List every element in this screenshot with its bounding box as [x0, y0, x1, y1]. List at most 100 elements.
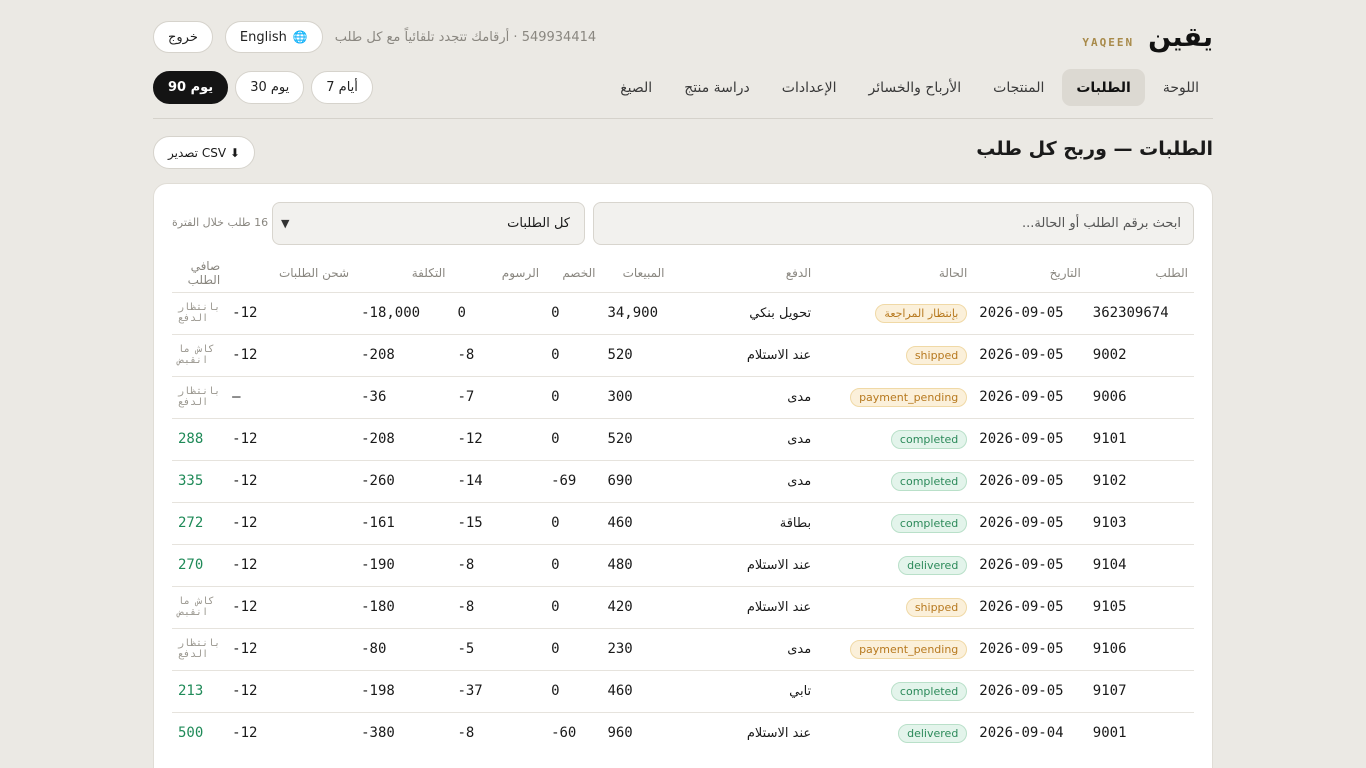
discount-value: 0 [545, 417, 602, 460]
cost-value: -36 [355, 375, 452, 418]
table-row[interactable]: 9006 2026-09-05 payment_pending مدى 300 0 -7 -3… [172, 375, 1194, 418]
nav-product-study[interactable]: دراسة منتج [670, 69, 764, 106]
order-id: 9106 [1086, 627, 1194, 670]
status-cell: completed [817, 669, 974, 712]
export-csv-button[interactable]: تصدير CSV ⬇ [153, 136, 255, 169]
order-id: 9105 [1086, 585, 1194, 628]
payment-method: مدى [670, 375, 818, 418]
fees-value: -7 [451, 375, 546, 418]
net-value: 288 [172, 417, 227, 460]
table-row[interactable]: 9106 2026-09-05 payment_pending مدى 230 0 -5 -8… [172, 627, 1194, 670]
nav-settings[interactable]: الإعدادات [768, 69, 851, 106]
fees-value: -12 [451, 417, 546, 460]
status-badge: payment_pending [850, 639, 968, 659]
fees-value: -8 [451, 711, 546, 754]
globe-icon: 🌐 [292, 30, 308, 44]
range-30-days[interactable]: 30 يوم [235, 71, 305, 104]
table-row[interactable]: 9102 2026-09-05 completed مدى 690 -69 -14 -260-… [172, 459, 1194, 502]
status-cell: payment_pending [817, 627, 974, 670]
sales-value: 480 [601, 543, 671, 586]
order-id: 9001 [1086, 711, 1194, 754]
app: يقين YAQEEN خروج English 🌐 549934414 · أ… [153, 0, 1213, 768]
shipping-value: — [226, 375, 356, 418]
order-date: 2026-09-05 [973, 417, 1087, 460]
col-discount[interactable]: الخصم [545, 254, 601, 292]
chevron-down-icon: ▼ [281, 217, 290, 230]
fees-value: -8 [451, 333, 546, 376]
shipping-value: -12 [226, 627, 356, 670]
col-status[interactable]: الحالة [817, 254, 973, 292]
cost-value: -198 [355, 669, 452, 712]
order-date: 2026-09-05 [973, 333, 1087, 376]
cost-value: -180 [355, 585, 452, 628]
sales-value: 460 [601, 501, 671, 544]
col-fees[interactable]: الرسوم [451, 254, 545, 292]
sales-value: 520 [601, 417, 671, 460]
table-row[interactable]: 362309674 2026-09-05 بإنتظار المراجعة تحويل… [172, 291, 1194, 334]
shipping-value: -12 [226, 333, 356, 376]
range-90-days[interactable]: 90 يوم [153, 71, 229, 104]
sales-value: 420 [601, 585, 671, 628]
discount-value: 0 [545, 333, 602, 376]
table-row[interactable]: 9001 2026-09-04 delivered عند الاستلام 960 -6… [172, 711, 1194, 754]
discount-value: -60 [545, 711, 602, 754]
search-input[interactable]: ابحث برقم الطلب أو الحالة... [593, 202, 1194, 245]
sales-value: 460 [601, 669, 671, 712]
col-order[interactable]: الطلب [1087, 254, 1194, 292]
col-net[interactable]: صافي الطلب [172, 254, 226, 292]
order-date: 2026-09-05 [973, 459, 1087, 502]
status-badge: completed [890, 429, 968, 449]
col-payment[interactable]: الدفع [671, 254, 818, 292]
net-value: 270 [172, 543, 227, 586]
shipping-value: -12 [226, 585, 356, 628]
brand-name-arabic: يقين [1148, 22, 1213, 53]
status-badge: completed [890, 471, 968, 491]
col-sales[interactable]: المبيعات [601, 254, 670, 292]
fees-value: -5 [451, 627, 546, 670]
status-badge: payment_pending [850, 387, 968, 407]
status-filter-select[interactable]: كل الطلبات ▼ [272, 202, 585, 245]
nav-formulas[interactable]: الصيغ [606, 69, 666, 106]
table-row[interactable]: 9104 2026-09-05 delivered عند الاستلام 480 0-… [172, 543, 1194, 586]
order-date: 2026-09-05 [973, 669, 1087, 712]
cost-value: -161 [355, 501, 452, 544]
col-date[interactable]: التاريخ [973, 254, 1086, 292]
nav-products[interactable]: المنتجات [979, 69, 1058, 106]
order-id: 9107 [1086, 669, 1194, 712]
order-id: 9104 [1086, 543, 1194, 586]
payment-method: عند الاستلام [670, 585, 818, 628]
col-cost[interactable]: التكلفة [355, 254, 451, 292]
payment-method: مدى [670, 417, 818, 460]
payment-method: مدى [670, 627, 818, 670]
table-row[interactable]: 9101 2026-09-05 completed مدى 520 0 -12 -208 -12… [172, 417, 1194, 460]
nav-dashboard[interactable]: اللوحة [1149, 69, 1213, 106]
status-badge: shipped [905, 597, 968, 617]
table-row[interactable]: 9103 2026-09-05 completed بطاقة 460 0 -15 -161-… [172, 501, 1194, 544]
status-badge: completed [890, 513, 968, 533]
cost-value: -380 [355, 711, 452, 754]
status-cell: completed [817, 417, 974, 460]
logout-button[interactable]: خروج [153, 21, 213, 53]
shipping-value: -12 [226, 543, 356, 586]
table-row[interactable]: 9107 2026-09-05 completed تابي 460 0 -37 -198 -1… [172, 669, 1194, 712]
discount-value: 0 [545, 501, 602, 544]
status-cell: payment_pending [817, 375, 974, 418]
status-badge: completed [890, 681, 968, 701]
date-range-selector: 90 يوم 30 يوم 7 أيام [153, 71, 373, 104]
net-value: 500 [172, 711, 227, 754]
col-shipping[interactable]: شحن الطلبات [226, 254, 355, 292]
net-value: بانتظار الدفع [172, 375, 227, 418]
shipping-value: -12 [226, 711, 356, 754]
order-id: 9002 [1086, 333, 1194, 376]
fees-value: -15 [451, 501, 546, 544]
nav-profit-loss[interactable]: الأرباح والخسائر [855, 69, 976, 106]
range-7-days[interactable]: 7 أيام [311, 71, 373, 104]
table-row[interactable]: 9002 2026-09-05 shipped عند الاستلام 520 0 -8-… [172, 333, 1194, 376]
sales-value: 960 [601, 711, 671, 754]
nav-orders[interactable]: الطلبات [1062, 69, 1145, 106]
language-toggle-button[interactable]: English 🌐 [224, 21, 323, 53]
discount-value: 0 [545, 291, 602, 334]
net-value: كاش ما انقبض [172, 333, 227, 376]
payment-method: عند الاستلام [670, 333, 818, 376]
table-row[interactable]: 9105 2026-09-05 shipped عند الاستلام 420 0 -8-… [172, 585, 1194, 628]
